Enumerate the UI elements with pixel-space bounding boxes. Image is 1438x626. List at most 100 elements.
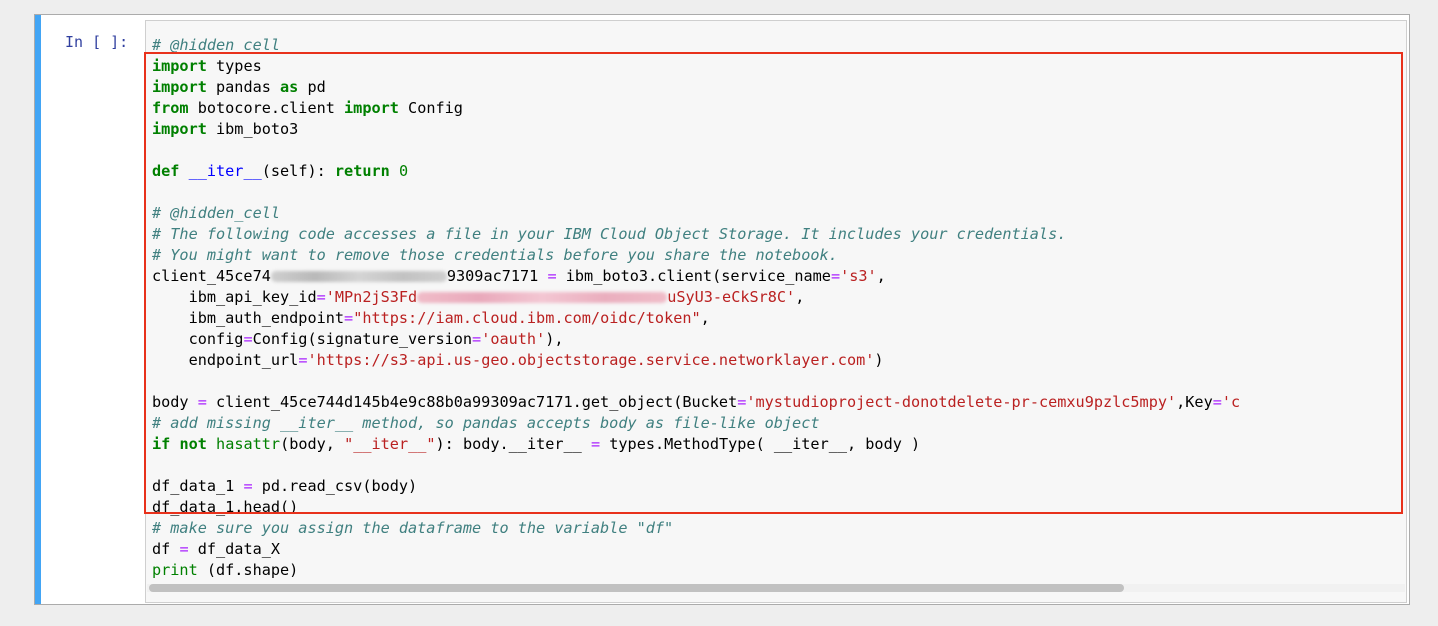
code-line-10: # The following code accesses a file in … [152,224,1240,245]
operator: = [737,393,747,411]
operator: = [243,477,253,495]
code-line-25: df = df_data_X [152,539,1240,560]
code-token: ,Key [1176,393,1213,411]
redacted-blur [417,292,668,303]
code-line-9: # @hidden_cell [152,203,1240,224]
code-line-16: endpoint_url='https://s3-api.us-geo.obje… [152,350,1240,371]
number: 0 [398,162,409,180]
code-token: client_45ce74 [152,267,271,285]
keyword: return [334,162,390,180]
operator: = [830,267,841,285]
string: 'c [1221,393,1241,411]
operator: = [197,393,207,411]
code-line-7: def __iter__(self): return 0 [152,161,1240,182]
comment: # The following code accesses a file in … [152,225,1067,243]
code-line-24: # make sure you assign the dataframe to … [152,518,1240,539]
code-token: 9309ac7171 [446,267,548,285]
string: uSyU3-eCkSr8C' [667,288,796,306]
code-line-3: import pandas as pd [152,77,1240,98]
keyword: import [152,57,207,75]
operator: = [243,330,253,348]
code-token: df_data_1 [152,477,244,495]
scrollbar-thumb[interactable] [149,584,1124,592]
code-token: types.MethodType( __iter__, body ) [600,435,921,453]
code-token: ibm_api_key_id [152,288,317,306]
code-token: ibm_boto3 [206,120,299,138]
string: 'oauth' [481,330,546,348]
string: "https://iam.cloud.ibm.com/oidc/token" [353,309,701,327]
keyword: not [179,435,207,453]
code-token: df_data_X [188,540,281,558]
operator: = [344,309,354,327]
code-token: Config [398,99,463,117]
string: 'https://s3-api.us-geo.objectstorage.ser… [307,351,875,369]
code-token: (body, [280,435,345,453]
code-line-23: df_data_1.head() [152,497,1240,518]
operator: = [179,540,189,558]
code-editor[interactable]: # @hidden_cell import types import pandas … [145,20,1407,603]
code-line-4: from botocore.client import Config [152,98,1240,119]
code-line-2: import types [152,56,1240,77]
code-token: df [152,540,180,558]
input-prompt: In [ ]: [65,33,129,51]
code-token: , [795,288,805,306]
code-token: pandas [206,78,281,96]
code-line-18: body = client_45ce744d145b4e9c88b0a99309… [152,392,1240,413]
code-line-12: client_45ce74 9309ac7171 = ibm_boto3.clie… [152,266,1240,287]
code-cell[interactable]: In [ ]: # @hidden_cell import types import… [34,14,1410,605]
code-text[interactable]: # @hidden_cell import types import pandas … [152,35,1240,581]
keyword: import [152,120,207,138]
comment: # make sure you assign the dataframe to … [152,519,674,537]
comment: # @hidden_cell [152,36,281,54]
keyword: from [152,99,189,117]
operator: = [472,330,482,348]
keyword: import [344,99,399,117]
horizontal-scrollbar[interactable] [147,584,1405,592]
code-token: pd.read_csv(body) [252,477,418,495]
keyword: if [152,435,171,453]
code-line-11: # You might want to remove those credent… [152,245,1240,266]
string: 'mystudioproject-donotdelete-pr-cemxu9pz… [746,393,1177,411]
code-token: endpoint_url [152,351,299,369]
string: 'MPn2jS3Fd [325,288,418,306]
code-line-5: import ibm_boto3 [152,119,1240,140]
keyword: as [280,78,299,96]
code-line-14: ibm_auth_endpoint="https://iam.cloud.ibm… [152,308,1240,329]
redacted-blur [270,271,447,282]
code-token: df_data_1.head() [152,498,299,516]
code-line-26: print (df.shape) [152,560,1240,581]
code-token: , [876,267,886,285]
operator: = [590,435,601,453]
code-token: botocore.client [188,99,345,117]
operator: = [316,288,326,306]
code-token: ) [874,351,884,369]
code-token: ): body.__iter__ [435,435,591,453]
code-token: ibm_boto3.client(service_name [556,267,831,285]
code-line-15: config=Config(signature_version='oauth')… [152,329,1240,350]
operator: = [547,267,557,285]
builtin: print [152,561,198,579]
code-token: client_45ce744d145b4e9c88b0a99309ac7171.… [206,393,738,411]
code-token: ibm_auth_endpoint [152,309,345,327]
code-line-20: if not hasattr(body, "__iter__"): body._… [152,434,1240,455]
string: "__iter__" [344,435,436,453]
code-token: body [152,393,198,411]
selected-cell-indicator [35,15,41,604]
notebook-page: In [ ]: # @hidden_cell import types import… [0,0,1438,626]
code-token: Config(signature_version [252,330,473,348]
code-token: , [700,309,710,327]
code-line-1: # @hidden_cell [152,35,1240,56]
keyword: import [152,78,207,96]
string: 's3' [840,267,877,285]
operator: = [1212,393,1222,411]
code-token: (self): [261,162,335,180]
function-name: __iter__ [188,162,262,180]
code-token: ), [545,330,564,348]
code-line-22: df_data_1 = pd.read_csv(body) [152,476,1240,497]
code-token: (df.shape) [197,561,299,579]
